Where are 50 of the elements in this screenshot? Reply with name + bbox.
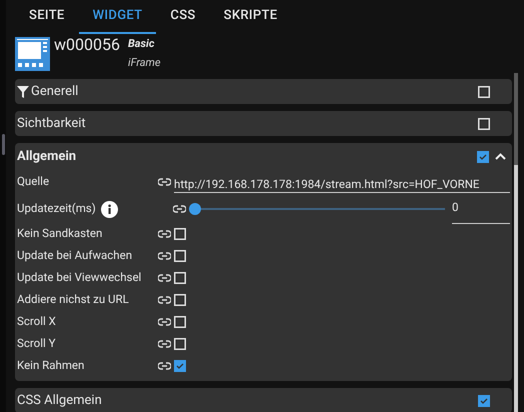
link-icon[interactable] xyxy=(158,274,171,282)
slider-track[interactable] xyxy=(189,203,445,215)
scrollbar-thumb[interactable] xyxy=(514,73,518,165)
widget-set: Basic xyxy=(128,36,156,52)
widget-type: iFrame xyxy=(128,55,161,71)
checkbox[interactable] xyxy=(478,394,490,406)
tab[interactable]: WIDGET xyxy=(78,0,156,34)
checkbox[interactable] xyxy=(174,272,186,284)
checkbox[interactable] xyxy=(174,338,186,350)
filter-icon[interactable] xyxy=(17,86,29,98)
field-label: Kein Rahmen xyxy=(17,357,86,374)
slider-thumb[interactable] xyxy=(189,203,201,215)
field-label: Scroll Y xyxy=(17,335,57,352)
collapse-chevron-icon[interactable] xyxy=(495,153,506,160)
field-label: Quelle xyxy=(17,173,50,190)
tab[interactable]: SEITE xyxy=(15,0,79,34)
source-input-field[interactable]: http://192.168.178.178:1984/stream.html?src=HOF_VORNE xyxy=(174,171,510,193)
checkbox[interactable] xyxy=(174,360,186,372)
widget-icon xyxy=(15,37,50,71)
tab[interactable]: SKRIPTE xyxy=(210,0,292,34)
number-input-field[interactable]: 0 xyxy=(452,197,510,224)
field-label: Update bei Viewwechsel xyxy=(17,269,142,286)
resize-handle[interactable] xyxy=(2,134,5,155)
field-label: Scroll X xyxy=(17,313,57,330)
field-label: Update bei Aufwachen xyxy=(17,247,134,264)
field-label: Kein Sandkasten xyxy=(17,225,104,242)
section-title[interactable]: Allgemein xyxy=(17,146,76,166)
link-icon[interactable] xyxy=(158,230,171,238)
section-title[interactable]: Sichtbarkeit xyxy=(17,114,86,134)
link-icon[interactable] xyxy=(158,362,171,370)
checkbox[interactable] xyxy=(477,150,489,162)
checkbox[interactable] xyxy=(174,316,186,328)
link-icon[interactable] xyxy=(173,205,186,213)
checkbox[interactable] xyxy=(174,228,186,240)
info-icon[interactable] xyxy=(100,200,118,218)
section-title[interactable]: Generell xyxy=(31,82,78,102)
field-label: Updatezeit(ms) xyxy=(17,200,96,218)
checkbox[interactable] xyxy=(174,250,186,262)
section-title[interactable]: CSS Allgemein xyxy=(17,390,102,410)
field-label: Addiere nichst zu URL xyxy=(17,291,130,308)
checkbox[interactable] xyxy=(478,86,490,98)
checkbox[interactable] xyxy=(478,118,490,130)
link-icon[interactable] xyxy=(158,178,171,186)
checkbox[interactable] xyxy=(174,294,186,306)
link-icon[interactable] xyxy=(158,252,171,260)
link-icon[interactable] xyxy=(158,340,171,348)
link-icon[interactable] xyxy=(158,296,171,304)
link-icon[interactable] xyxy=(158,318,171,326)
tab[interactable]: CSS xyxy=(156,0,210,34)
widget-id: w000056 xyxy=(54,35,120,55)
